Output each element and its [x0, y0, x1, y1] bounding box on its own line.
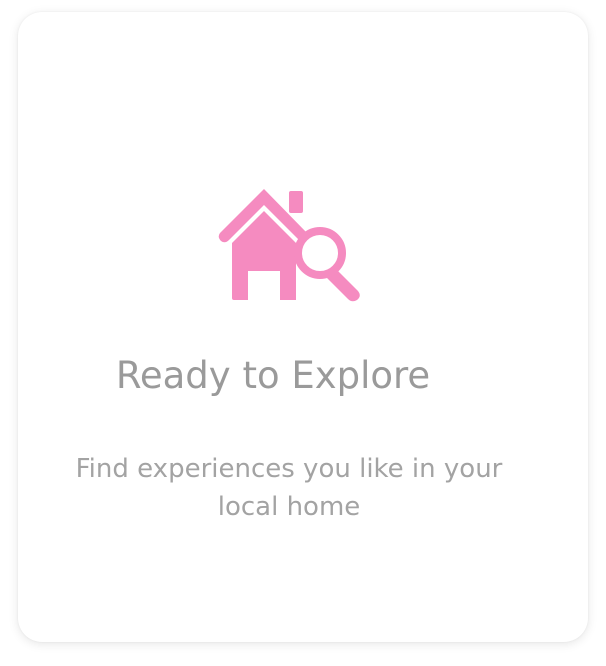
empty-state-message: Find experiences you like in your local …: [75, 454, 503, 522]
empty-state-title: Ready to Explore: [115, 354, 431, 397]
house-search-icon: [210, 165, 370, 325]
empty-state-card: Ready to Explore Find experiences you li…: [18, 12, 588, 642]
